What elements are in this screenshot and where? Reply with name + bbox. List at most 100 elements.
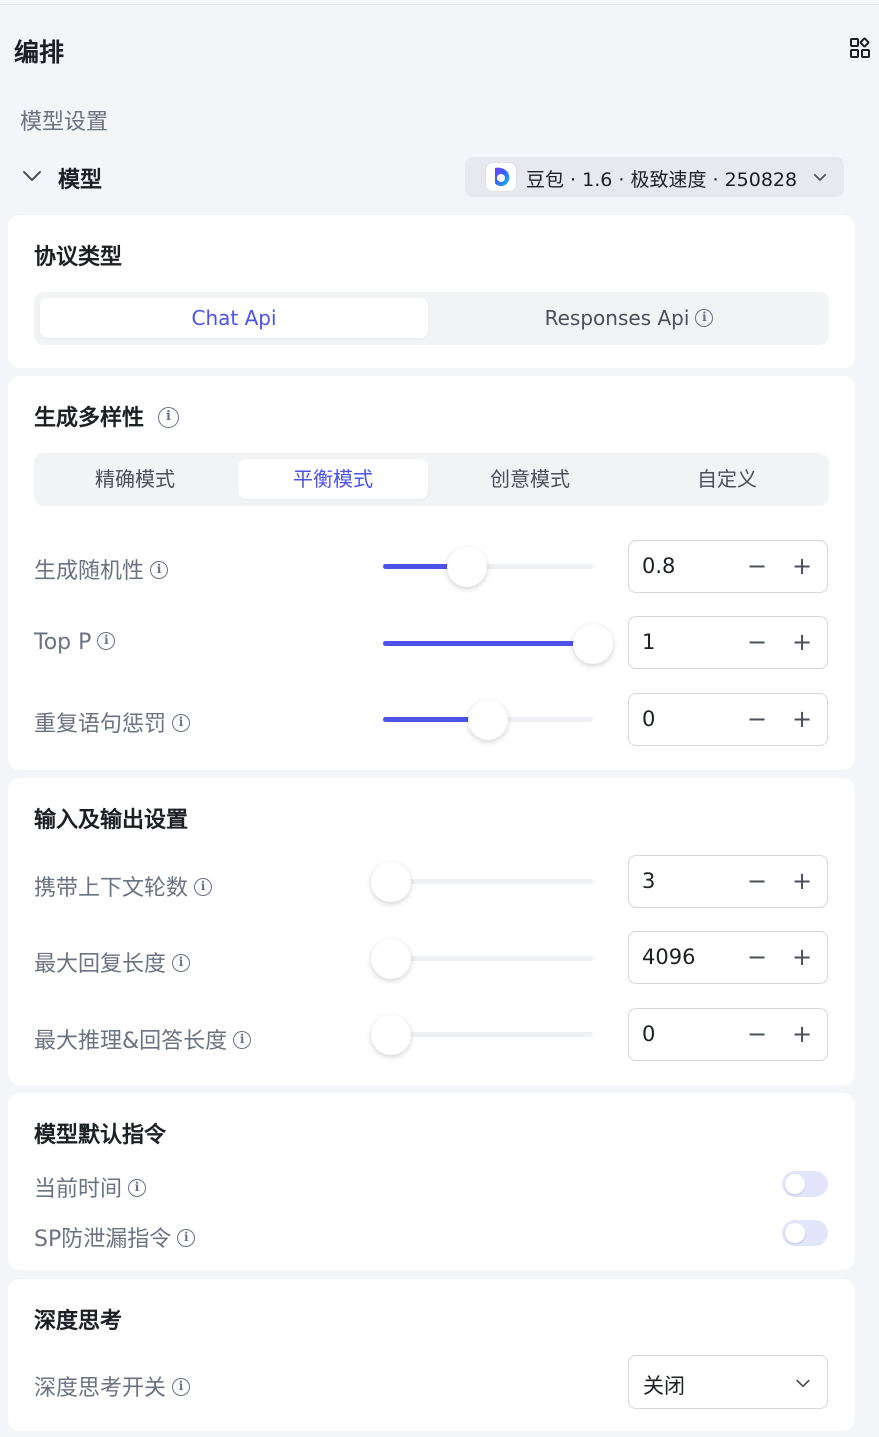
repetition-penalty-slider[interactable] <box>383 699 593 740</box>
chevron-down-icon[interactable] <box>20 164 44 188</box>
section-label-model-settings: 模型设置 <box>20 110 109 135</box>
slider-thumb[interactable] <box>371 1015 411 1055</box>
tab-balanced-mode[interactable]: 平衡模式 <box>238 459 428 499</box>
param-label-top-p: Top P i <box>34 630 116 655</box>
stepper-value[interactable]: 4096 <box>642 945 695 969</box>
slider-track <box>383 879 593 884</box>
plus-icon[interactable]: + <box>789 868 815 894</box>
model-select[interactable]: 豆包 · 1.6 · 极致速度 · 250828 <box>465 157 844 197</box>
toggle-knob <box>785 1174 805 1194</box>
diversity-title: 生成多样性 i <box>34 400 180 432</box>
stepper-value[interactable]: 3 <box>642 869 655 893</box>
temperature-slider[interactable] <box>383 546 593 587</box>
slider-track <box>383 1032 593 1037</box>
slider-thumb[interactable] <box>447 547 487 587</box>
info-icon[interactable]: i <box>177 1229 196 1247</box>
minus-icon[interactable]: − <box>744 868 770 894</box>
protocol-card: 协议类型 Chat Api Responses Api i <box>8 215 855 368</box>
tab-custom-mode-label: 自定义 <box>697 467 757 491</box>
plus-icon[interactable]: + <box>789 944 815 970</box>
max-reply-length-stepper: 4096 − + <box>628 931 828 984</box>
info-icon[interactable]: i <box>194 878 213 896</box>
tab-balanced-mode-label: 平衡模式 <box>293 467 373 491</box>
io-settings-card: 输入及输出设置 携带上下文轮数 i 3− + 最大回复长度 i 4096− + 最大推理… <box>8 778 855 1085</box>
current-time-toggle[interactable] <box>782 1171 828 1197</box>
info-icon[interactable]: i <box>150 561 169 579</box>
deep-thinking-title: 深度思考 <box>34 1309 123 1334</box>
tab-creative-mode-label: 创意模式 <box>490 467 570 491</box>
minus-icon[interactable]: − <box>744 553 770 579</box>
plus-icon[interactable]: + <box>789 706 815 732</box>
param-label-text: Top P <box>34 630 92 655</box>
max-reply-length-slider[interactable] <box>371 938 593 979</box>
minus-icon[interactable]: − <box>744 629 770 655</box>
context-rounds-slider[interactable] <box>371 861 593 902</box>
select-value: 关闭 <box>643 1374 685 1398</box>
io-title: 输入及输出设置 <box>34 808 189 833</box>
param-label-text: 携带上下文轮数 <box>34 876 189 901</box>
slider-thumb[interactable] <box>371 862 411 902</box>
tab-responses-api[interactable]: Responses Api i <box>435 298 823 338</box>
info-icon[interactable]: i <box>128 1179 147 1197</box>
slider-thumb[interactable] <box>573 624 613 664</box>
grid-add-icon[interactable] <box>848 36 872 60</box>
deep-thinking-card: 深度思考 深度思考开关 i 关闭 <box>8 1279 855 1431</box>
plus-icon[interactable]: + <box>789 1021 815 1047</box>
max-reasoning-length-stepper: 0 − + <box>628 1008 828 1061</box>
info-icon[interactable]: i <box>97 632 116 650</box>
plus-icon[interactable]: + <box>789 629 815 655</box>
slider-fill <box>383 641 593 646</box>
info-icon[interactable]: i <box>172 1378 191 1396</box>
tab-precise-mode[interactable]: 精确模式 <box>40 459 230 499</box>
model-row: 模型 豆包 · 1.6 · 极致速度 · 250828 <box>0 150 879 202</box>
tab-chat-api-label: Chat Api <box>191 306 277 330</box>
top-p-stepper: 1 − + <box>628 616 828 669</box>
max-reasoning-length-slider[interactable] <box>371 1014 593 1055</box>
tab-chat-api[interactable]: Chat Api <box>40 298 428 338</box>
header: 编排 <box>0 5 879 90</box>
doubao-logo-icon <box>485 162 517 192</box>
protocol-title: 协议类型 <box>34 245 123 270</box>
param-label-sp-leak-guard: SP防泄漏指令 i <box>34 1221 196 1253</box>
toggle-knob <box>785 1223 805 1243</box>
default-instructions-card: 模型默认指令 当前时间 i SP防泄漏指令 i <box>8 1093 855 1270</box>
tab-custom-mode[interactable]: 自定义 <box>632 459 822 499</box>
info-icon[interactable]: i <box>158 406 180 428</box>
sp-leak-guard-toggle[interactable] <box>782 1220 828 1246</box>
diversity-card: 生成多样性 i 精确模式 平衡模式 创意模式 自定义 生成随机性 i 0.8− + T… <box>8 376 855 770</box>
stepper-value[interactable]: 0.8 <box>642 554 675 578</box>
stepper-value[interactable]: 0 <box>642 1022 655 1046</box>
info-icon: i <box>695 308 714 327</box>
param-label-context-rounds: 携带上下文轮数 i <box>34 870 213 902</box>
top-p-slider[interactable] <box>383 623 613 664</box>
param-label-repetition-penalty: 重复语句惩罚 i <box>34 706 191 738</box>
tab-creative-mode[interactable]: 创意模式 <box>435 459 625 499</box>
repetition-penalty-stepper: 0 − + <box>628 693 828 746</box>
page-title: 编排 <box>14 38 65 67</box>
slider-track <box>383 956 593 961</box>
minus-icon[interactable]: − <box>744 1021 770 1047</box>
protocol-segmented-control: Chat Api Responses Api i <box>34 292 829 345</box>
slider-thumb[interactable] <box>468 700 508 740</box>
tab-responses-api-label: Responses Api <box>544 306 690 330</box>
tab-precise-mode-label: 精确模式 <box>95 467 175 491</box>
param-label-max-reasoning-length: 最大推理&回答长度 i <box>34 1023 252 1055</box>
chevron-down-icon <box>796 1379 810 1388</box>
stepper-value[interactable]: 1 <box>642 630 655 654</box>
param-label-temperature: 生成随机性 i <box>34 553 169 585</box>
info-icon[interactable]: i <box>233 1031 252 1049</box>
param-label-text: SP防泄漏指令 <box>34 1227 172 1252</box>
minus-icon[interactable]: − <box>744 944 770 970</box>
diversity-title-text: 生成多样性 <box>34 406 145 431</box>
plus-icon[interactable]: + <box>789 553 815 579</box>
param-label-text: 深度思考开关 <box>34 1376 167 1401</box>
slider-thumb[interactable] <box>371 939 411 979</box>
param-label-current-time: 当前时间 i <box>34 1171 147 1203</box>
info-icon[interactable]: i <box>172 954 191 972</box>
context-rounds-stepper: 3 − + <box>628 855 828 908</box>
deep-thinking-select[interactable]: 关闭 <box>628 1355 828 1409</box>
minus-icon[interactable]: − <box>744 706 770 732</box>
param-label-text: 重复语句惩罚 <box>34 712 167 737</box>
stepper-value[interactable]: 0 <box>642 707 655 731</box>
info-icon[interactable]: i <box>172 714 191 732</box>
